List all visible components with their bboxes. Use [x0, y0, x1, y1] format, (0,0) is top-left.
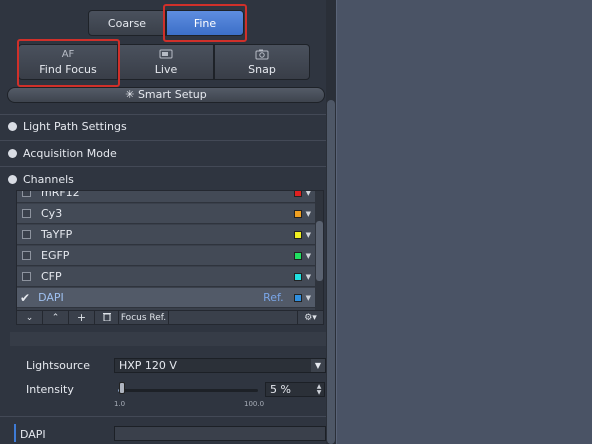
sparkle-icon: ✳ [125, 88, 135, 101]
slider-max-label: 100.0 [244, 400, 265, 408]
coarse-button[interactable]: Coarse [88, 10, 166, 36]
chevron-down-icon[interactable]: ▼ [306, 191, 311, 197]
section-divider [10, 332, 326, 346]
snap-label: Snap [248, 62, 276, 76]
intensity-label: Intensity [26, 383, 74, 396]
move-down-button[interactable]: ⌄ [17, 311, 43, 324]
focus-ref-button[interactable]: Focus Ref. [119, 311, 169, 324]
check-icon[interactable]: ✔ [20, 291, 30, 305]
channel-name: CFP [41, 270, 62, 283]
lightsource-value: HXP 120 V [119, 359, 177, 372]
chevron-down-icon[interactable]: ▼ [306, 294, 311, 302]
channel-checkbox[interactable] [22, 209, 31, 218]
spin-arrows-icon[interactable]: ▲ ▼ [314, 383, 324, 396]
slider-min-label: 1.0 [114, 400, 126, 408]
coarse-label: Coarse [107, 16, 147, 30]
section-divider [0, 114, 326, 115]
expand-icon [8, 148, 17, 158]
channel-row[interactable]: mRF12 ▼ [17, 190, 315, 203]
channel-detail-field[interactable] [114, 426, 326, 441]
chevron-up-icon: ⌃ [51, 312, 60, 323]
channel-color-swatch[interactable] [293, 272, 302, 281]
highlight-find-focus [17, 39, 120, 87]
focus-ref-label: Focus Ref. [120, 312, 167, 323]
collapse-icon [8, 174, 17, 184]
channel-checkbox[interactable] [22, 191, 31, 197]
footer-channel-label: DAPI [20, 428, 46, 441]
channel-color-swatch[interactable] [293, 293, 302, 302]
channel-indicator-bar [14, 424, 16, 442]
channel-color-swatch[interactable] [293, 251, 302, 260]
channel-checkbox[interactable] [22, 230, 31, 239]
chevron-down-icon[interactable]: ▼ [306, 252, 311, 260]
chevron-down-icon[interactable]: ▼ [306, 231, 311, 239]
channel-row[interactable]: Cy3 ▼ [17, 204, 315, 224]
snap-button[interactable]: Snap [214, 44, 310, 80]
live-label: Live [154, 62, 178, 76]
channel-name: EGFP [41, 249, 70, 262]
chevron-down-icon: ⌄ [25, 312, 34, 323]
channel-checkbox[interactable] [22, 251, 31, 260]
move-up-button[interactable]: ⌃ [43, 311, 69, 324]
section-channels-label: Channels [23, 172, 74, 186]
chevron-down-icon: ▼ [311, 359, 325, 372]
channel-name: mRF12 [41, 190, 80, 199]
section-acquisition-mode-label: Acquisition Mode [23, 146, 117, 160]
intensity-slider-track[interactable] [118, 389, 258, 392]
lightsource-select[interactable]: HXP 120 V ▼ [114, 358, 326, 373]
smart-setup-label: Smart Setup [137, 88, 207, 101]
chevron-down-icon[interactable]: ▼ [306, 210, 311, 218]
chevron-down-icon[interactable]: ▼ [306, 273, 311, 281]
section-light-path-label: Light Path Settings [23, 119, 127, 133]
highlight-fine [163, 4, 247, 42]
channel-row[interactable]: CFP ▼ [17, 267, 315, 287]
channel-checkbox[interactable] [22, 272, 31, 281]
reference-badge: Ref. [263, 291, 284, 304]
channel-name: Cy3 [41, 207, 63, 220]
plus-icon: + [76, 311, 87, 324]
section-divider [0, 166, 326, 167]
expand-icon [8, 121, 17, 131]
delete-channel-button[interactable] [95, 311, 119, 324]
lightsource-label: Lightsource [26, 359, 90, 372]
intensity-slider-thumb[interactable] [119, 382, 125, 394]
add-channel-button[interactable]: + [69, 311, 95, 324]
gear-icon: ⚙▾ [304, 312, 317, 323]
intensity-value: 5 % [270, 383, 291, 396]
intensity-spinbox[interactable]: 5 % ▲ ▼ [265, 382, 325, 397]
channel-options-button[interactable]: ⚙▾ [297, 311, 323, 324]
channel-list-scrollbar-thumb[interactable] [316, 221, 323, 281]
section-light-path[interactable]: Light Path Settings [8, 118, 127, 134]
section-divider [0, 140, 326, 141]
section-divider [0, 416, 326, 417]
camera-icon [255, 49, 269, 61]
channel-row[interactable]: EGFP ▼ [17, 246, 315, 266]
channel-color-swatch[interactable] [293, 230, 302, 239]
channel-list-scrollbar[interactable] [315, 191, 323, 311]
channel-color-swatch[interactable] [293, 191, 302, 197]
live-camera-icon [159, 49, 173, 61]
panel-scrollbar-thumb[interactable] [327, 100, 335, 444]
channel-list: mRF12 ▼ Cy3 ▼ TaYFP ▼ EGFP ▼ CFP ▼ ✔ DAP… [16, 190, 324, 312]
smart-setup-button[interactable]: ✳ Smart Setup [7, 87, 325, 103]
channel-row[interactable]: TaYFP ▼ [17, 225, 315, 245]
live-button[interactable]: Live [118, 44, 214, 80]
channel-name: TaYFP [41, 228, 73, 241]
image-view-area [336, 0, 592, 444]
channel-row[interactable]: ✔ DAPI Ref. ▼ [17, 288, 315, 308]
channel-toolbar: ⌄ ⌃ + Focus Ref. ⚙▾ [16, 310, 324, 325]
trash-icon [102, 312, 111, 324]
section-channels[interactable]: Channels [8, 171, 74, 187]
section-acquisition-mode[interactable]: Acquisition Mode [8, 145, 117, 161]
channel-name: DAPI [38, 291, 64, 304]
channel-color-swatch[interactable] [293, 209, 302, 218]
